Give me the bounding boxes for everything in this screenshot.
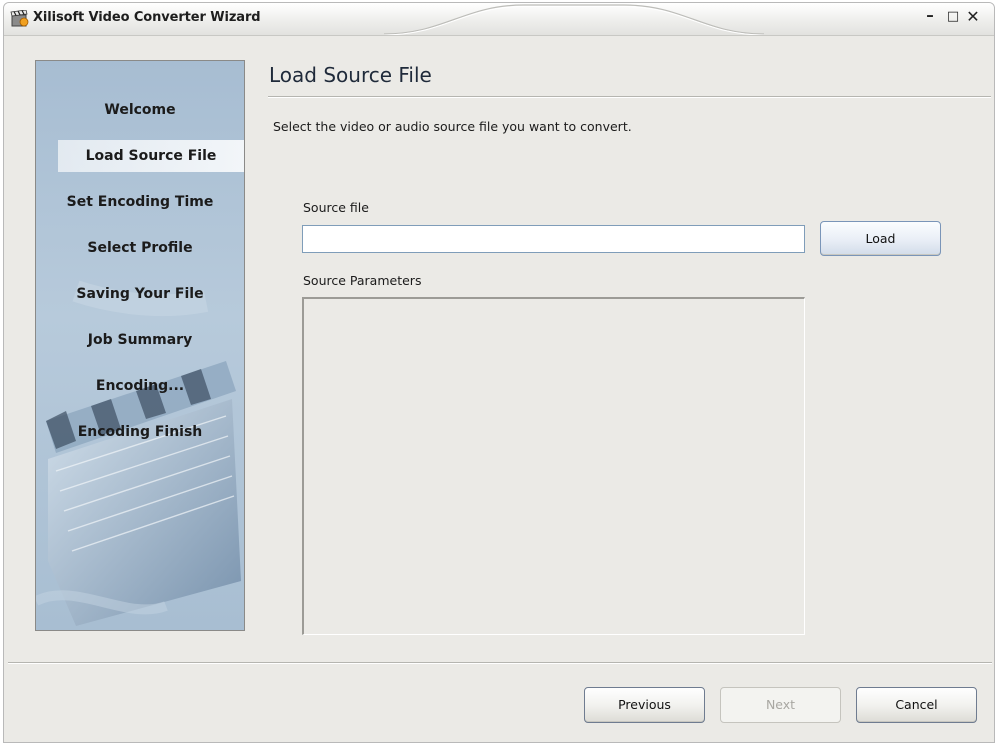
step-set-encoding-time[interactable]: Set Encoding Time <box>36 186 244 218</box>
heading-divider <box>268 96 991 98</box>
load-button[interactable]: Load <box>820 221 941 256</box>
previous-button[interactable]: Previous <box>584 687 705 723</box>
instructions-text: Select the video or audio source file yo… <box>273 119 632 134</box>
step-select-profile[interactable]: Select Profile <box>36 232 244 264</box>
source-parameters-label: Source Parameters <box>303 273 422 288</box>
source-file-input[interactable] <box>302 225 805 253</box>
footer-divider <box>8 662 992 664</box>
wizard-steps-panel: Welcome Load Source File Set Encoding Ti… <box>35 60 245 631</box>
page-title: Load Source File <box>269 63 432 87</box>
step-encoding-finish[interactable]: Encoding Finish <box>36 416 244 448</box>
next-button[interactable]: Next <box>720 687 841 723</box>
step-saving-your-file[interactable]: Saving Your File <box>36 278 244 310</box>
step-load-source-file[interactable]: Load Source File <box>58 140 244 172</box>
wizard-steps-list: Welcome Load Source File Set Encoding Ti… <box>36 94 244 462</box>
maximize-button[interactable]: □ <box>944 9 962 29</box>
cancel-button[interactable]: Cancel <box>856 687 977 723</box>
source-file-label: Source file <box>303 200 369 215</box>
source-parameters-box <box>302 297 805 635</box>
step-welcome[interactable]: Welcome <box>36 94 244 126</box>
step-job-summary[interactable]: Job Summary <box>36 324 244 356</box>
wizard-window: Xilisoft Video Converter Wizard – □ ✕ We <box>3 2 995 743</box>
step-encoding[interactable]: Encoding... <box>36 370 244 402</box>
window-title: Xilisoft Video Converter Wizard <box>33 10 261 25</box>
title-decoration <box>384 4 764 35</box>
close-button[interactable]: ✕ <box>964 7 982 27</box>
minimize-button[interactable]: – <box>921 6 939 26</box>
title-bar[interactable]: Xilisoft Video Converter Wizard – □ ✕ <box>4 3 994 36</box>
app-icon <box>10 10 29 27</box>
